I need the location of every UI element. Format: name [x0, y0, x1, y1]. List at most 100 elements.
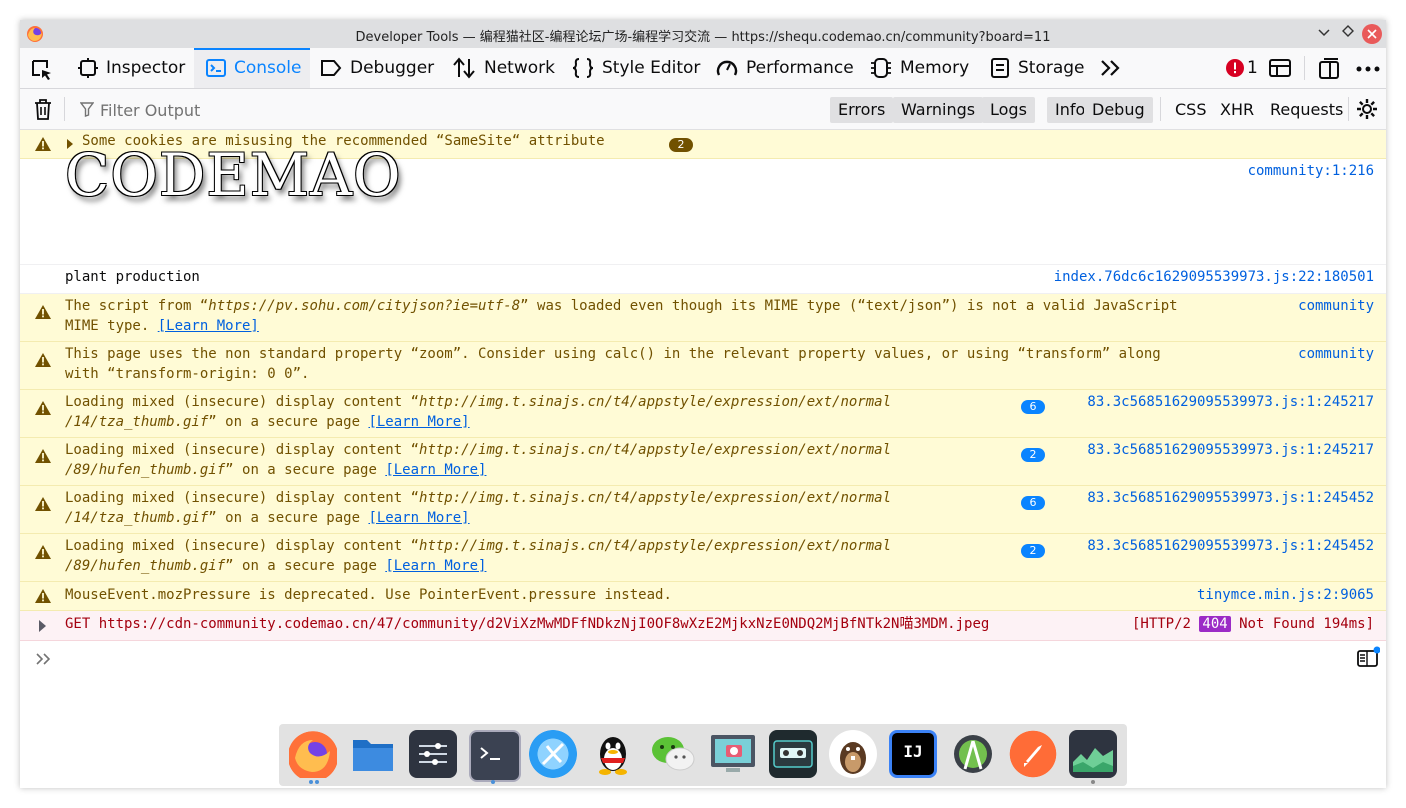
screenshot-icon[interactable] [709, 730, 757, 778]
learn-more-link[interactable]: [Learn More] [385, 462, 486, 478]
tab-network[interactable]: Network [452, 48, 555, 88]
dock-side-icon[interactable] [1318, 58, 1340, 80]
filter-warnings-button[interactable]: Warnings [893, 97, 984, 123]
filter-xhr-button[interactable]: XHR [1212, 97, 1262, 123]
filter-debug-button[interactable]: Debug [1084, 97, 1153, 123]
intellij-icon[interactable]: IJ [889, 730, 937, 778]
filter-css-button[interactable]: CSS [1167, 97, 1214, 123]
network-icon [453, 57, 475, 79]
learn-more-link[interactable]: [Learn More] [385, 558, 486, 574]
intellij-label: IJ [903, 741, 923, 761]
repeat-count-badge: 2 [1021, 448, 1045, 462]
files-icon[interactable] [349, 730, 397, 778]
message-source-link[interactable]: index.76dc6c1629095539973.js:22:180501 [1054, 267, 1374, 287]
message-line: /14/tza_thumb.gif” on a secure page [Lea… [65, 508, 470, 528]
learn-more-link[interactable]: [Learn More] [368, 414, 469, 430]
tab-label: Style Editor [602, 58, 701, 78]
http-status-suffix: Not Found 194ms] [1230, 616, 1374, 632]
screen-camera-icon [711, 735, 755, 772]
trash-icon[interactable] [34, 98, 52, 120]
tab-inspector[interactable]: Inspector [78, 48, 194, 88]
terminal-icon[interactable] [469, 730, 521, 782]
tab-label: Storage [1018, 58, 1085, 78]
more-options-icon[interactable] [1356, 66, 1380, 72]
system-monitor-icon[interactable] [1069, 730, 1117, 778]
more-tools-chevron-icon[interactable] [1100, 59, 1122, 77]
console-message-log[interactable]: plant production index.76dc6c16290955399… [20, 265, 1386, 294]
browser-icon[interactable] [529, 730, 577, 778]
editor-mode-toggle-icon[interactable] [1356, 646, 1380, 668]
message-source-link[interactable]: 83.3c56851629095539973.js:1:245217 [1087, 440, 1374, 460]
mountain-chart-icon [1073, 748, 1113, 772]
tab-storage[interactable]: Storage [990, 48, 1085, 88]
message-source-link[interactable]: tinymce.min.js:2:9065 [1197, 585, 1374, 605]
message-source-link[interactable]: community:1:216 [1248, 161, 1374, 181]
performance-icon [716, 60, 738, 76]
chevron-down-icon [1318, 29, 1330, 37]
message-line: Loading mixed (insecure) display content… [65, 488, 891, 508]
cassette-icon[interactable] [769, 730, 817, 778]
tab-console[interactable]: Console [194, 48, 310, 88]
message-line: Loading mixed (insecure) display content… [65, 392, 891, 412]
warning-icon [35, 589, 51, 603]
qq-icon[interactable] [589, 730, 637, 778]
firefox-flame-icon [293, 735, 333, 775]
penguin-icon [599, 737, 627, 775]
wechat-icon[interactable] [649, 730, 697, 778]
console-input-line[interactable] [20, 642, 1386, 676]
message-line: /89/hufen_thumb.gif” on a secure page [L… [65, 460, 486, 480]
settings-icon[interactable] [409, 730, 457, 778]
message-line: Loading mixed (insecure) display content… [65, 536, 891, 556]
beaver-mascot-icon [840, 742, 866, 774]
close-window-button[interactable] [1362, 24, 1382, 44]
error-icon[interactable] [1226, 59, 1244, 77]
learn-more-link[interactable]: [Learn More] [158, 318, 259, 334]
message-source-link[interactable]: community [1298, 344, 1374, 364]
message-text: ” on a secure page [208, 414, 369, 430]
maximize-button[interactable] [1338, 24, 1358, 44]
console-message-warning[interactable]: Loading mixed (insecure) display content… [20, 390, 1386, 438]
window-title: Developer Tools — 编程猫社区-编程论坛广场-编程学习交流 — … [355, 30, 1051, 45]
console-message-warning[interactable]: Loading mixed (insecure) display content… [20, 486, 1386, 534]
postman-icon[interactable] [1009, 730, 1057, 778]
pick-element-icon[interactable] [30, 58, 54, 82]
console-settings-gear-icon[interactable] [1356, 98, 1378, 120]
message-text: Loading mixed (insecure) display content… [65, 490, 420, 506]
beaver-icon[interactable] [829, 730, 877, 778]
prompt-chevron-icon [36, 653, 51, 665]
tab-style-editor[interactable]: Style Editor [572, 48, 700, 88]
expand-arrow-icon[interactable] [38, 620, 47, 632]
message-url: http://img.t.sinajs.cn/t4/appstyle/expre… [419, 394, 892, 410]
tab-memory[interactable]: Memory [870, 48, 969, 88]
android-studio-icon[interactable] [949, 730, 997, 778]
console-message-warning[interactable]: Loading mixed (insecure) display content… [20, 534, 1386, 582]
message-source-link[interactable]: 83.3c56851629095539973.js:1:245452 [1087, 488, 1374, 508]
minimize-button[interactable] [1314, 24, 1334, 44]
diamond-icon [1342, 25, 1354, 37]
split-console-icon[interactable] [1268, 58, 1292, 78]
filter-logs-button[interactable]: Logs [982, 97, 1035, 123]
learn-more-link[interactable]: [Learn More] [368, 510, 469, 526]
repeat-count-badge: 6 [1021, 496, 1045, 510]
console-message-log[interactable]: CODEMAO community:1:216 [20, 146, 1386, 265]
console-message-warning[interactable]: MouseEvent.mozPressure is deprecated. Us… [20, 582, 1386, 611]
console-message-warning[interactable]: The script from “https://pv.sohu.com/cit… [20, 294, 1386, 342]
message-source-link[interactable]: 83.3c56851629095539973.js:1:245452 [1087, 536, 1374, 556]
filter-requests-button[interactable]: Requests [1262, 97, 1351, 123]
message-source-link[interactable]: community [1298, 296, 1374, 316]
console-message-warning[interactable]: Loading mixed (insecure) display content… [20, 438, 1386, 486]
message-url: /14/tza_thumb.gif [65, 414, 209, 430]
console-message-error[interactable]: GET https://cdn-community.codemao.cn/47/… [20, 611, 1386, 641]
console-message-warning[interactable]: This page uses the non standard property… [20, 342, 1386, 390]
message-source-link[interactable]: 83.3c56851629095539973.js:1:245217 [1087, 392, 1374, 412]
tab-label: Network [484, 58, 555, 78]
error-count[interactable]: 1 [1247, 58, 1258, 78]
message-text: MouseEvent.mozPressure is deprecated. Us… [65, 587, 672, 603]
filter-output-input[interactable] [78, 98, 702, 122]
tab-label: Memory [900, 58, 970, 78]
firefox-icon[interactable] [289, 730, 337, 778]
tab-debugger[interactable]: Debugger [320, 48, 434, 88]
filter-errors-button[interactable]: Errors [830, 97, 894, 123]
message-text: ” on a secure page [225, 558, 386, 574]
tab-performance[interactable]: Performance [716, 48, 854, 88]
